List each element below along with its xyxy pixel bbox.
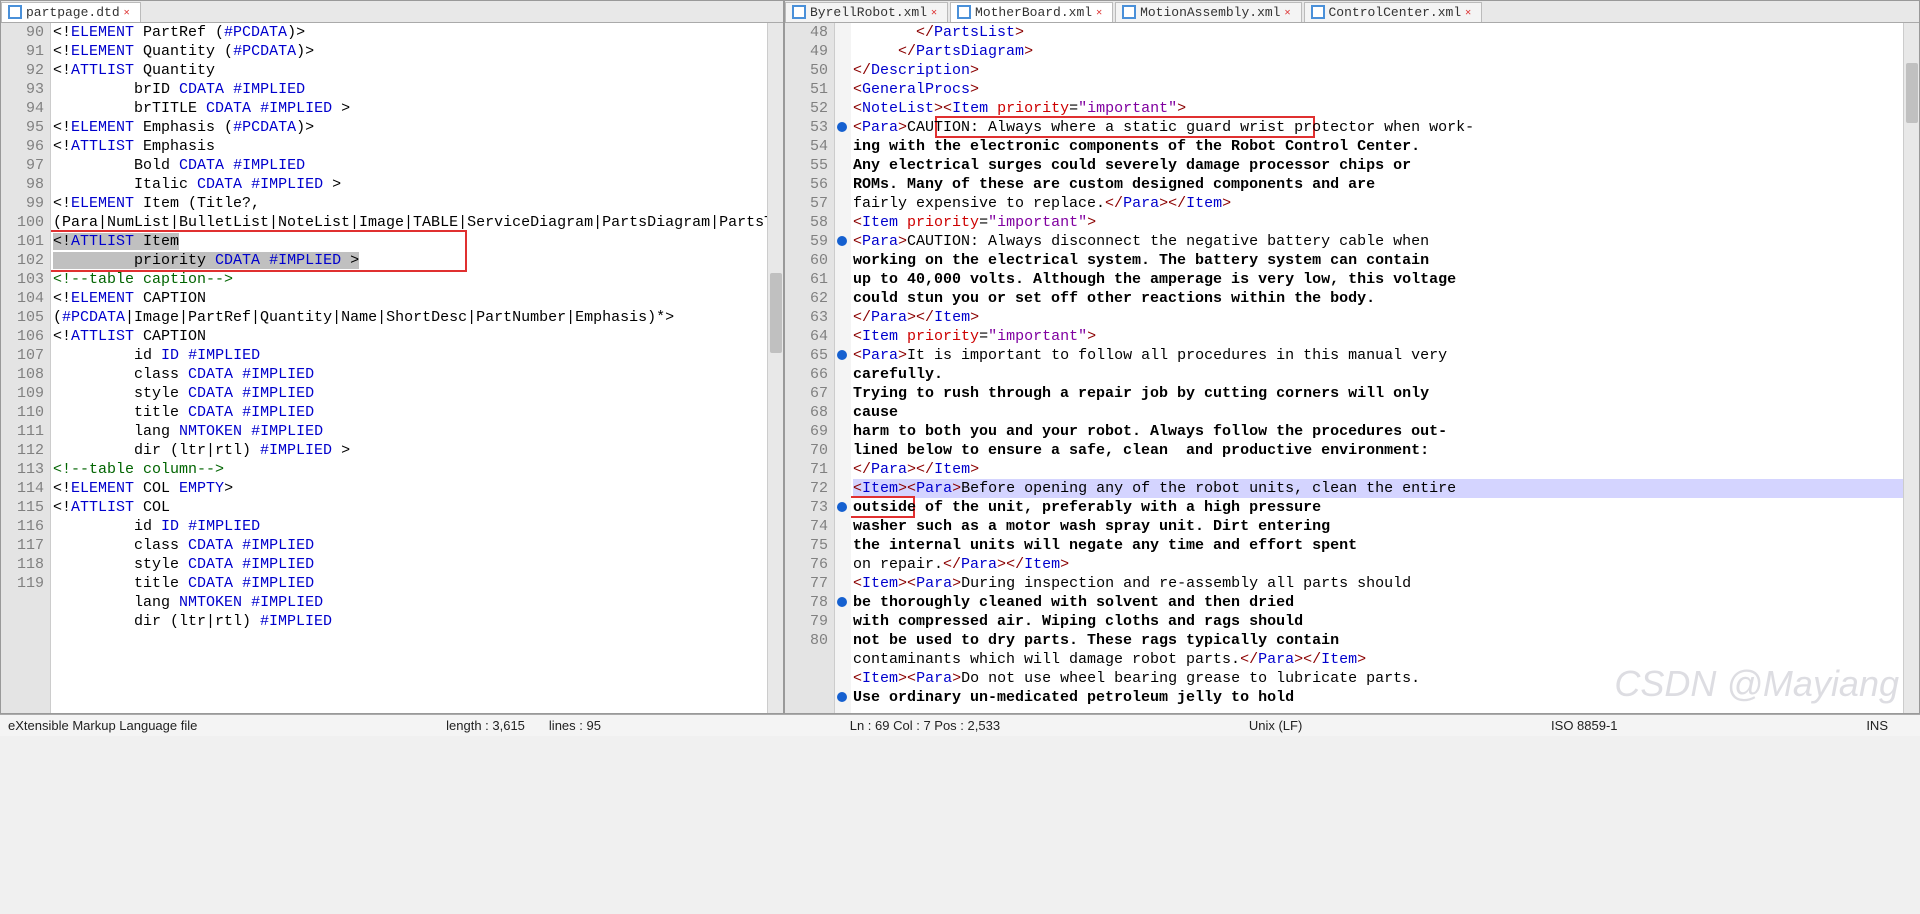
close-icon[interactable]: ✕	[931, 7, 941, 17]
breakpoint-dot[interactable]	[837, 236, 847, 246]
tab-label: ByrellRobot.xml	[810, 5, 927, 20]
left-tabbar: partpage.dtd ✕	[1, 1, 783, 23]
file-icon	[1311, 5, 1325, 19]
right-gutter: 4849505152535455565758596061626364656667…	[785, 23, 835, 713]
right-editor[interactable]: 4849505152535455565758596061626364656667…	[785, 23, 1919, 713]
close-icon[interactable]: ✕	[1465, 7, 1475, 17]
statusbar: eXtensible Markup Language file length :…	[0, 714, 1920, 736]
close-icon[interactable]: ✕	[1096, 7, 1106, 17]
right-tabbar: ByrellRobot.xml✕MotherBoard.xml✕MotionAs…	[785, 1, 1919, 23]
tab-label: MotionAssembly.xml	[1140, 5, 1280, 20]
status-lang: eXtensible Markup Language file	[8, 718, 197, 733]
status-eol: Unix (LF)	[1249, 718, 1302, 733]
breakpoint-dot[interactable]	[837, 692, 847, 702]
file-icon	[792, 5, 806, 19]
breakpoint-dot[interactable]	[837, 122, 847, 132]
tab-controlcenter-xml[interactable]: ControlCenter.xml✕	[1304, 2, 1483, 22]
scroll-thumb[interactable]	[770, 273, 782, 353]
breakpoint-dot[interactable]	[837, 350, 847, 360]
tab-partpage-dtd[interactable]: partpage.dtd ✕	[1, 2, 141, 22]
right-pane: ByrellRobot.xml✕MotherBoard.xml✕MotionAs…	[784, 0, 1920, 714]
status-length: length : 3,615	[446, 718, 525, 733]
left-scrollbar[interactable]	[767, 23, 783, 713]
status-mode: INS	[1866, 718, 1888, 733]
right-fold-column[interactable]	[835, 23, 851, 713]
left-code[interactable]: <!ELEMENT PartRef (#PCDATA)><!ELEMENT Qu…	[51, 23, 767, 713]
scroll-thumb[interactable]	[1906, 63, 1918, 123]
left-editor[interactable]: 9091929394959697989910010110210310410510…	[1, 23, 783, 713]
breakpoint-dot[interactable]	[837, 502, 847, 512]
file-icon	[957, 5, 971, 19]
right-code[interactable]: </PartsList> </PartsDiagram></Descriptio…	[851, 23, 1903, 713]
right-scrollbar[interactable]	[1903, 23, 1919, 713]
tab-label: ControlCenter.xml	[1329, 5, 1462, 20]
file-icon	[1122, 5, 1136, 19]
breakpoint-dot[interactable]	[837, 597, 847, 607]
tab-byrellrobot-xml[interactable]: ByrellRobot.xml ✕	[785, 2, 948, 22]
left-pane: partpage.dtd ✕ 90919293949596979899100101…	[0, 0, 784, 714]
left-gutter: 9091929394959697989910010110210310410510…	[1, 23, 51, 713]
tab-label: MotherBoard.xml	[975, 5, 1092, 20]
status-lines: lines : 95	[549, 718, 601, 733]
tab-motherboard-xml[interactable]: MotherBoard.xml ✕	[950, 2, 1113, 22]
close-icon[interactable]: ✕	[124, 7, 134, 17]
tab-motionassembly-xml[interactable]: MotionAssembly.xml ✕	[1115, 2, 1301, 22]
status-pos: Ln : 69 Col : 7 Pos : 2,533	[850, 718, 1000, 733]
status-enc: ISO 8859-1	[1551, 718, 1618, 733]
close-icon[interactable]: ✕	[1285, 7, 1295, 17]
file-icon	[8, 5, 22, 19]
tab-label: partpage.dtd	[26, 5, 120, 20]
